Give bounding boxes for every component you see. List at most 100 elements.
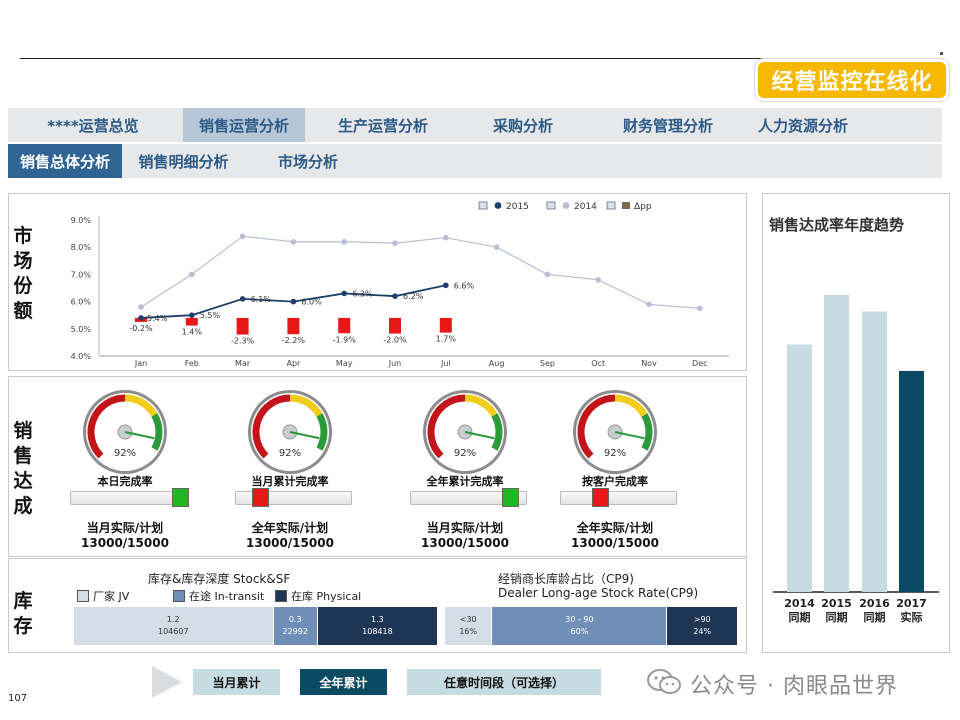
legend-label: 厂家 JV	[93, 590, 130, 603]
x-tick-label: Apr	[286, 359, 301, 368]
year-cumulative-button[interactable]: 全年累计	[300, 669, 387, 695]
delta-label: 1.4%	[182, 328, 203, 337]
data-point-2014	[341, 238, 348, 245]
annual-trend-bar-chart: 2014同期2015同期2016同期2017实际	[773, 295, 939, 624]
segment-top-value: 1.3	[371, 615, 384, 624]
legend-label: 在库 Physical	[291, 590, 362, 603]
segment-bottom-value: 60%	[570, 627, 589, 636]
stacked-segment: 30 - 90 60%	[492, 607, 668, 645]
segment-bottom-value: 22992	[282, 627, 308, 636]
point-label: 5.5%	[200, 311, 221, 320]
segment-top-value: 1.2	[166, 615, 180, 624]
month-cumulative-button[interactable]: 当月累计	[193, 669, 280, 695]
tab-sales-overall[interactable]: 销售总体分析	[8, 144, 122, 178]
legend-item: 2015	[478, 201, 529, 212]
tab-market-analysis[interactable]: 市场分析	[258, 144, 358, 178]
segment-top-value: >90	[693, 615, 711, 624]
ratio-label: 全年实际/计划	[576, 521, 654, 535]
slider-handle[interactable]	[172, 488, 189, 507]
segment-bottom-value: 104607	[158, 627, 189, 636]
gauge-label: 全年累计完成率	[426, 475, 504, 488]
legend-swatch	[275, 590, 287, 602]
tab-production-operations[interactable]: 生产运营分析	[308, 108, 458, 142]
bar-year-label: 2014	[784, 597, 815, 610]
y-tick-label: 4.0%	[71, 352, 92, 361]
ratio-value: 13000/15000	[421, 536, 509, 550]
y-tick-label: 6.0%	[71, 298, 92, 307]
x-tick-label: Oct	[591, 359, 605, 368]
stacked-segment: 0.3 22992	[273, 607, 318, 645]
x-tick-label: Jul	[440, 359, 451, 368]
wechat-icon	[647, 669, 681, 694]
delta-bar	[389, 317, 401, 334]
delta-label: -1.9%	[333, 335, 357, 344]
annual-trend-title: 销售达成率年度趋势	[769, 216, 905, 234]
data-point-2015	[239, 296, 246, 302]
x-tick-label: Jun	[388, 359, 402, 368]
tab-sales-operations[interactable]: 销售运营分析	[183, 108, 305, 142]
stock-bar: 1.2 104607 0.3 22992 1.3 108418	[74, 607, 438, 645]
segment-bottom-value: 16%	[459, 627, 478, 636]
slider-handle[interactable]	[592, 488, 609, 507]
data-point-2014	[697, 305, 703, 312]
stock-legend: 厂家 JV 在途 In-transit 在库 Physical	[77, 589, 437, 603]
header-divider	[20, 58, 942, 59]
data-point-2015	[290, 298, 297, 305]
data-point-2014	[443, 234, 449, 241]
bar-kind-label: 同期	[789, 610, 811, 624]
point-label: 6.0%	[301, 298, 322, 307]
sales-achievement-label: 销售达成	[11, 419, 35, 519]
delta-label: -0.2%	[129, 324, 153, 333]
play-triangle-icon[interactable]	[150, 664, 184, 700]
trend-bar	[862, 311, 887, 592]
delta-bar	[185, 317, 198, 326]
cp9-bar: <30 16% 30 - 90 60% >90 24%	[445, 607, 738, 645]
trend-bar	[899, 370, 924, 592]
data-point-2014	[544, 271, 551, 278]
legend-item: 2014	[546, 201, 597, 212]
delta-label: -2.3%	[231, 337, 255, 346]
legend-swatch	[173, 590, 185, 602]
tab-human-resources[interactable]: 人力资源分析	[723, 108, 883, 142]
tab-procurement[interactable]: 采购分析	[458, 108, 588, 142]
data-point-2014	[239, 233, 246, 240]
bar-year-label: 2015	[821, 597, 852, 610]
gauge-value: 92%	[454, 448, 476, 459]
custom-period-button[interactable]: 任意时间段（可选择）	[407, 669, 601, 695]
x-tick-label: Aug	[489, 359, 505, 368]
delta-bar	[236, 317, 249, 335]
x-tick-label: Feb	[185, 359, 199, 368]
svg-text:2014: 2014	[574, 202, 597, 212]
delta-bar	[287, 317, 300, 335]
y-tick-label: 8.0%	[71, 243, 92, 252]
data-point-2014	[189, 271, 195, 278]
x-tick-label: Sep	[540, 359, 555, 368]
secondary-nav: 销售总体分析 销售明细分析 市场分析	[8, 144, 942, 178]
point-label: 6.3%	[352, 289, 373, 298]
stacked-segment: 1.3 108418	[317, 607, 438, 645]
x-tick-label: May	[336, 359, 353, 368]
gauge-dial: 92%	[248, 390, 332, 474]
gauge-label: 本日完成率	[97, 475, 153, 488]
ratio-value: 13000/15000	[246, 536, 334, 550]
segment-top-value: 0.3	[288, 615, 302, 624]
bar-kind-label: 实际	[901, 610, 923, 624]
tab-sales-detail[interactable]: 销售明细分析	[126, 144, 241, 178]
tab-operations-overview[interactable]: ****运营总览	[8, 108, 178, 142]
trend-bar	[787, 344, 812, 592]
gauge-slider[interactable]	[560, 491, 677, 505]
gauge-value: 92%	[279, 448, 301, 459]
gauge-dial: 92%	[573, 390, 657, 474]
point-label: 6.2%	[403, 292, 424, 301]
watermark-text: 公众号 · 肉眼品世界	[690, 674, 898, 699]
inventory-panel: 库存 库存&库存深度 Stock&SF 厂家 JV 在途 In-transit 在库…	[8, 558, 747, 653]
gauge-slider[interactable]	[70, 491, 187, 505]
stock-title: 库存&库存深度 Stock&SF	[148, 572, 291, 586]
slider-handle[interactable]	[502, 488, 519, 507]
data-point-2014	[290, 238, 297, 245]
gauge-value: 92%	[604, 448, 626, 459]
slider-handle[interactable]	[252, 488, 269, 507]
gauge-label: 当月累计完成率	[251, 475, 329, 488]
data-point-2015	[341, 290, 348, 297]
brand-badge: 经营监控在线化	[758, 62, 946, 98]
